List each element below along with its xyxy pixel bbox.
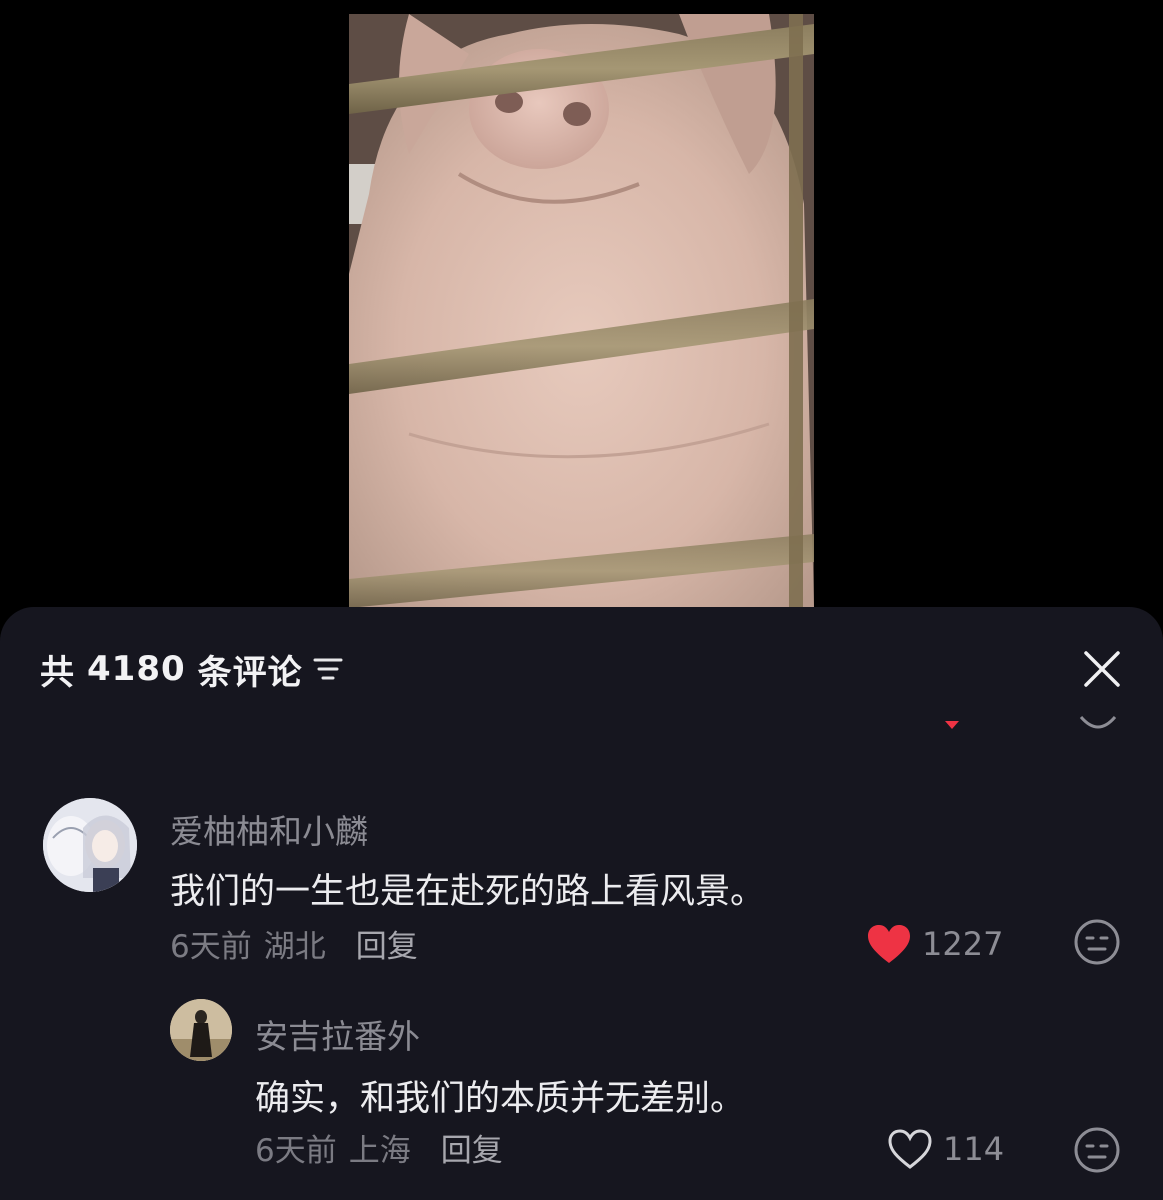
dislike-icon[interactable] [1073,1126,1121,1174]
like-button[interactable]: 114 [887,1128,1004,1170]
comment-count-prefix: 共 [40,652,75,693]
close-button[interactable] [1080,647,1124,691]
heart-icon-partial [945,721,959,729]
pig-behind-fence-image [349,14,814,608]
comment-location: 湖北 [263,929,326,965]
comment-time: 6天前 [170,929,252,965]
comment-item: 爱柚柚和小麟 我们的一生也是在赴死的路上看风景。 6天前 湖北 回复 1227 [0,787,1163,965]
dislike-icon[interactable] [1073,918,1121,966]
reply-button[interactable]: 回复 [356,921,418,966]
comment-meta: 6天前 湖北 回复 [170,921,418,966]
like-count: 114 [943,1130,1005,1168]
comment-count: 4180 [87,649,186,689]
like-button[interactable]: 1227 [866,923,1003,965]
reply-meta: 6天前 上海 回复 [255,1125,503,1170]
reply-item: 安吉拉番外 确实，和我们的本质并无差别。 6天前 上海 回复 114 [0,992,1163,1173]
like-count: 1227 [922,925,1004,963]
comment-author[interactable]: 爱柚柚和小麟 [170,805,368,853]
comment-text: 我们的一生也是在赴死的路上看风景。 [170,872,766,912]
avatar[interactable] [43,798,137,892]
app-root: 共 4180 条评论 爱柚柚和小麟 我们的一生也是在赴死的路上看风景。 6天前 … [0,0,1163,1200]
dislike-icon-partial [1079,715,1117,729]
heart-outline-icon [888,1129,932,1169]
comments-header: 共 4180 条评论 [40,647,343,693]
comment-count-suffix: 条评论 [197,652,303,693]
close-icon [1084,651,1120,687]
reply-button[interactable]: 回复 [441,1125,503,1170]
reply-text: 确实，和我们的本质并无差别。 [255,1079,746,1119]
reply-author[interactable]: 安吉拉番外 [255,1010,420,1058]
comments-panel: 共 4180 条评论 爱柚柚和小麟 我们的一生也是在赴死的路上看风景。 6天前 … [0,607,1163,1200]
avatar[interactable] [170,999,232,1061]
heart-filled-icon [868,925,910,963]
reply-time: 6天前 [255,1133,337,1169]
reply-location: 上海 [348,1133,411,1169]
filter-sort-icon[interactable] [313,656,343,682]
video-player[interactable] [349,14,814,608]
